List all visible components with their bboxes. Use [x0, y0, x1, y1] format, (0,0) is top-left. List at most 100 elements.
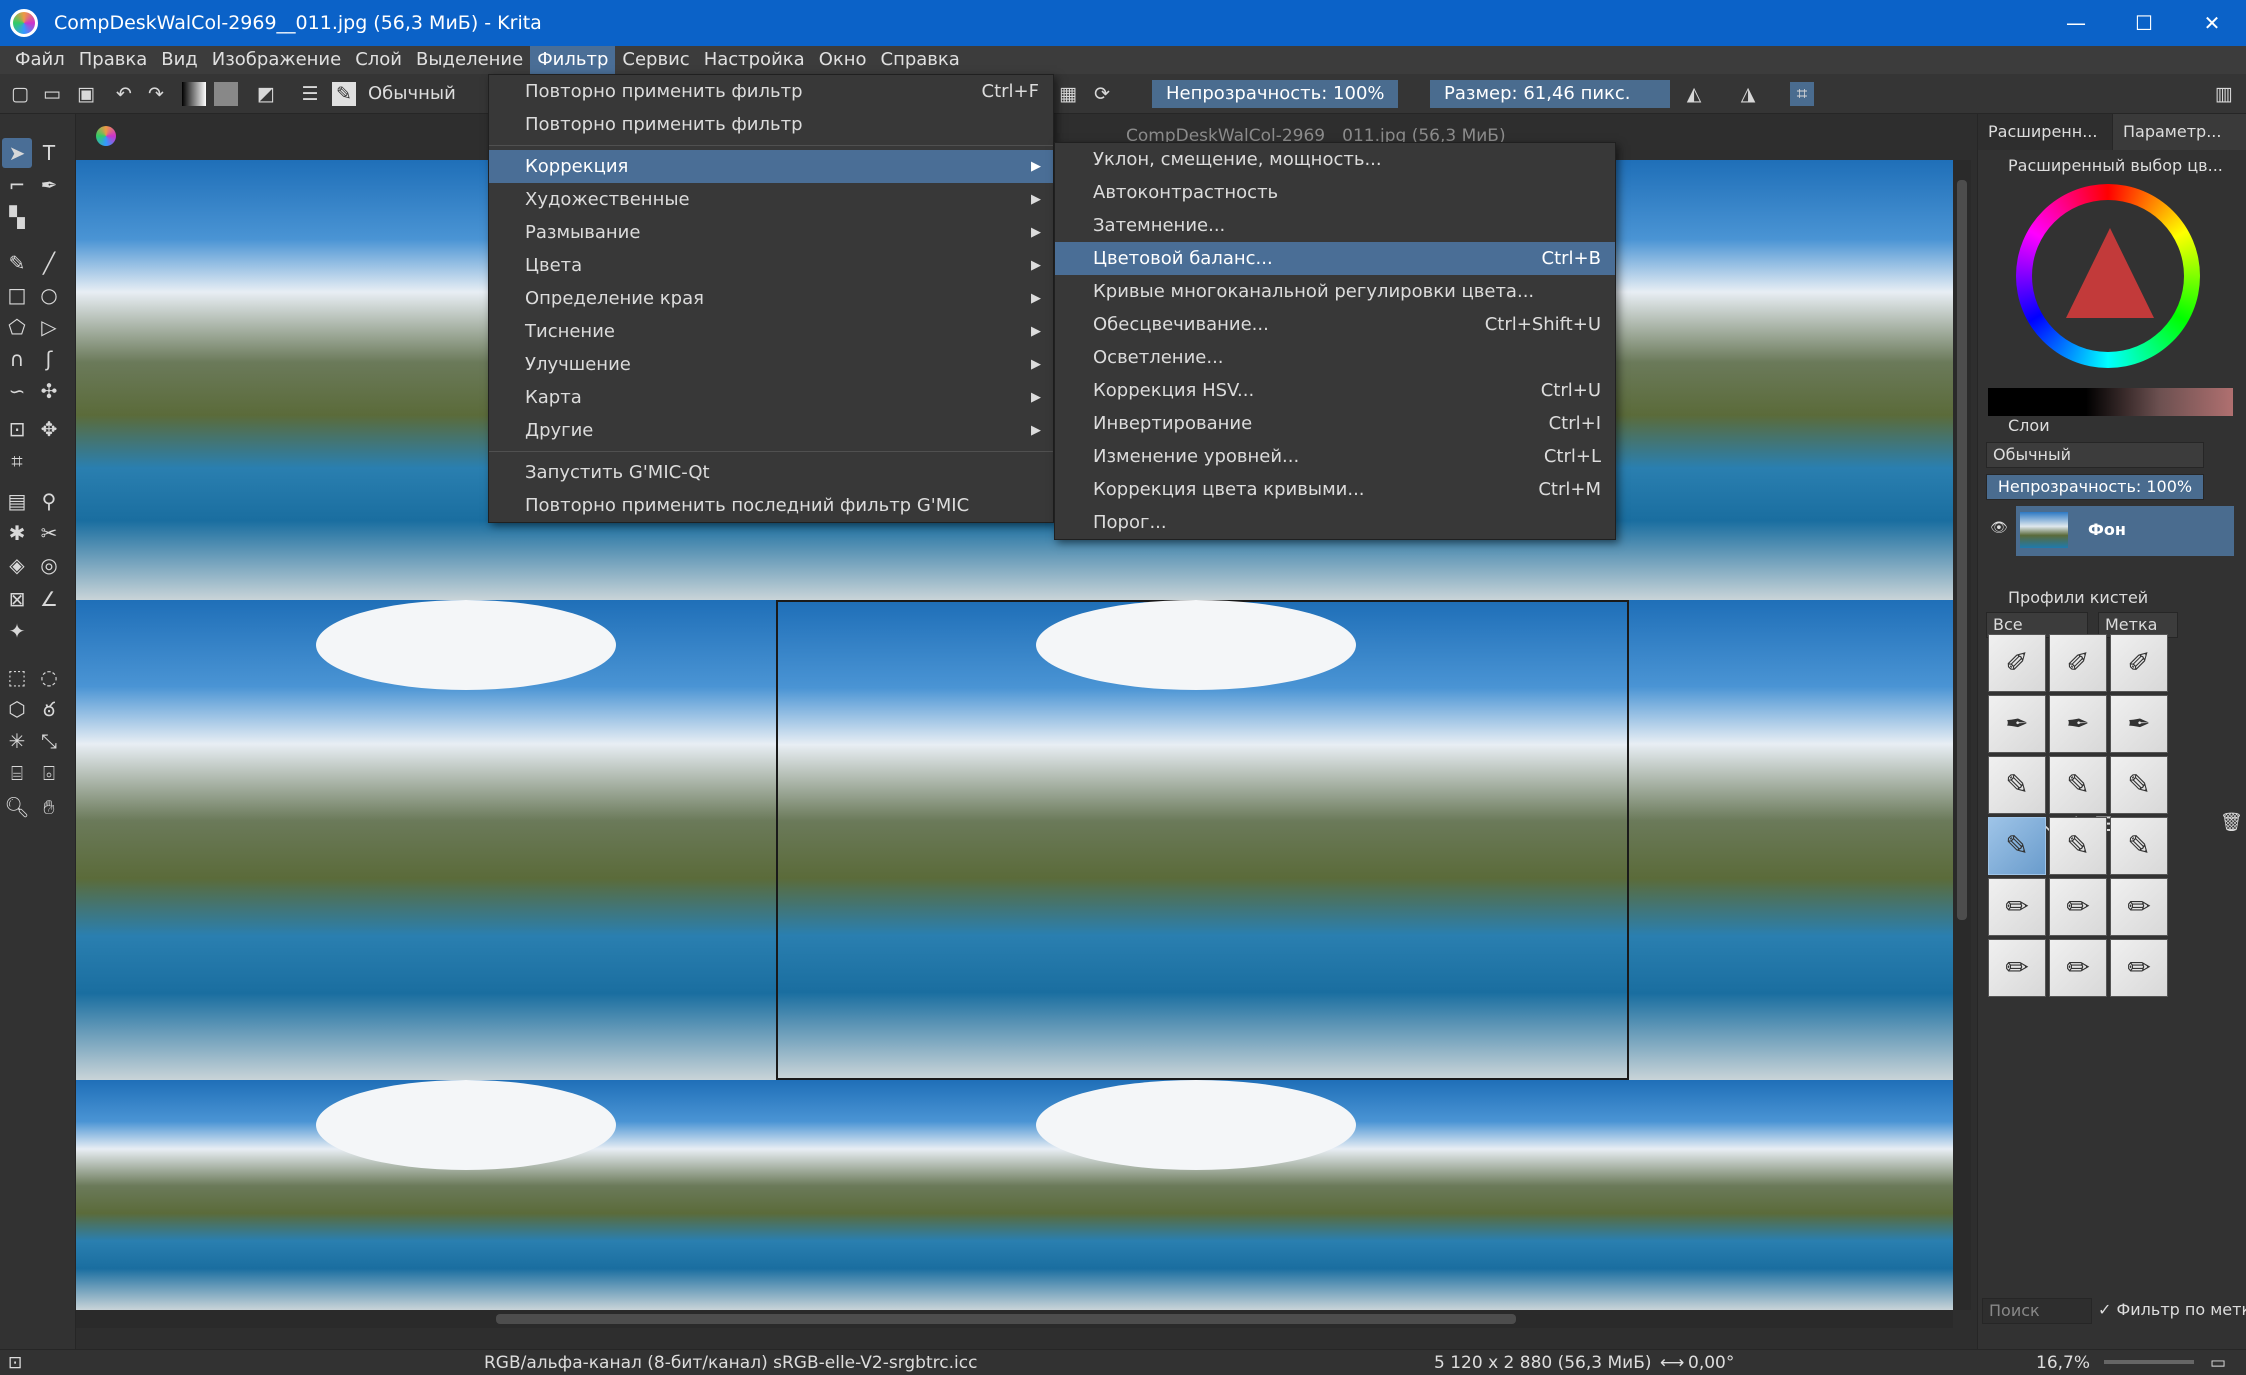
- redo-icon[interactable]: ↷: [144, 82, 168, 106]
- undo-icon[interactable]: ↶: [112, 82, 136, 106]
- elliptical-selection-tool-icon[interactable]: ◌: [34, 662, 64, 692]
- polyline-tool-icon[interactable]: ▷: [34, 312, 64, 342]
- brush-preset-icon[interactable]: ✎: [332, 82, 356, 106]
- transform-tool-icon[interactable]: ⊡: [2, 414, 32, 444]
- minimize-button[interactable]: —: [2042, 0, 2110, 46]
- brush-preset-pen[interactable]: ✏: [1988, 878, 2046, 936]
- menu-file[interactable]: Файл: [8, 46, 72, 74]
- open-document-icon[interactable]: ▭: [40, 82, 64, 106]
- alpha-lock-icon[interactable]: ▦: [1056, 82, 1080, 106]
- menu-view[interactable]: Вид: [154, 46, 205, 74]
- brush-preset-marker[interactable]: ✎: [2110, 756, 2168, 814]
- brush-preset-eraser-soft[interactable]: ✐: [2049, 634, 2107, 692]
- brush-preset-eraser[interactable]: ✐: [1988, 634, 2046, 692]
- mirror-horizontal-icon[interactable]: ◭: [1682, 82, 1706, 106]
- pattern-icon[interactable]: [214, 82, 238, 106]
- correction-submenu-item[interactable]: Инвертирование Ctrl+I: [1055, 407, 1615, 440]
- colorize-mask-tool-icon[interactable]: ✱: [2, 518, 32, 548]
- correction-submenu-item[interactable]: Осветление...: [1055, 341, 1615, 374]
- menu-select[interactable]: Выделение: [409, 46, 530, 74]
- correction-submenu-item[interactable]: Кривые многоканальной регулировки цвета.…: [1055, 275, 1615, 308]
- wrap-around-icon[interactable]: ⌗: [1790, 82, 1814, 106]
- brush-preset-pencil-5[interactable]: ✏: [2049, 939, 2107, 997]
- blend-mode-select[interactable]: Обычный: [368, 80, 456, 108]
- horizontal-scrollbar[interactable]: [76, 1310, 1953, 1328]
- filter-menu-item[interactable]: Определение края ▶: [489, 282, 1053, 315]
- brush-preset-ink-bold[interactable]: ✒: [2110, 695, 2168, 753]
- filter-by-tag-checkbox[interactable]: ✓ Фильтр по метке: [2098, 1300, 2246, 1319]
- rectangular-selection-tool-icon[interactable]: ⬚: [2, 662, 32, 692]
- color-picker-tool-icon[interactable]: ⚲: [34, 486, 64, 516]
- zoom-tool-icon[interactable]: 🔍︎: [2, 792, 32, 822]
- filter-menu-item[interactable]: Повторно применить фильтр: [489, 108, 1053, 141]
- brush-search-input[interactable]: Поиск: [1982, 1298, 2092, 1324]
- bezier-tool-icon[interactable]: ∩: [2, 344, 32, 374]
- tab-tool-options[interactable]: Параметр...: [2113, 114, 2246, 150]
- enclose-fill-tool-icon[interactable]: ◎: [34, 550, 64, 580]
- similar-selection-tool-icon[interactable]: ⤡: [34, 726, 64, 756]
- brush-preset-pencil-6[interactable]: ✏: [2110, 939, 2168, 997]
- pan-tool-icon[interactable]: ✋︎: [34, 792, 64, 822]
- delete-layer-icon[interactable]: 🗑︎: [2220, 812, 2243, 833]
- menu-layer[interactable]: Слой: [348, 46, 409, 74]
- brush-preset-pencil[interactable]: ✎: [1988, 756, 2046, 814]
- menu-tools[interactable]: Сервис: [615, 46, 696, 74]
- correction-submenu-item[interactable]: Обесцвечивание... Ctrl+Shift+U: [1055, 308, 1615, 341]
- display-mode-icon[interactable]: ▭: [2210, 1353, 2226, 1373]
- tab-advanced-color[interactable]: Расширенн...: [1978, 114, 2113, 150]
- correction-submenu-item[interactable]: Цветовой баланс... Ctrl+B: [1055, 242, 1615, 275]
- freehand-selection-tool-icon[interactable]: ఠ: [34, 694, 64, 724]
- filter-menu-item[interactable]: Другие ▶: [489, 414, 1053, 447]
- move-tool-icon[interactable]: ✥: [34, 414, 64, 444]
- rotation-status[interactable]: 0,00°: [1688, 1353, 1734, 1373]
- shade-selector[interactable]: [1988, 388, 2233, 416]
- gradient-tool-icon[interactable]: ▤: [2, 486, 32, 516]
- menu-window[interactable]: Окно: [812, 46, 874, 74]
- maximize-button[interactable]: ☐: [2110, 0, 2178, 46]
- brush-preset-pencil-soft[interactable]: ✎: [2049, 756, 2107, 814]
- filter-menu-item[interactable]: Карта ▶: [489, 381, 1053, 414]
- color-triangle[interactable]: [2066, 228, 2154, 318]
- assistant-tool-icon[interactable]: ⊠: [2, 584, 32, 614]
- contiguous-selection-tool-icon[interactable]: ✳: [2, 726, 32, 756]
- filter-menu-item[interactable]: Художественные ▶: [489, 183, 1053, 216]
- filter-menu-item[interactable]: Цвета ▶: [489, 249, 1053, 282]
- zoom-status[interactable]: 16,7%: [2036, 1353, 2090, 1373]
- filter-menu-item[interactable]: Тиснение ▶: [489, 315, 1053, 348]
- brush-preset-pencil-4[interactable]: ✏: [1988, 939, 2046, 997]
- brush-settings-icon[interactable]: ☰: [298, 82, 322, 106]
- fg-bg-color-icon[interactable]: ◩: [254, 82, 278, 106]
- brush-preset-ink[interactable]: ✒: [1988, 695, 2046, 753]
- brush-tool-icon[interactable]: ✎: [2, 248, 32, 278]
- magnetic-selection-tool-icon[interactable]: ⌻: [34, 758, 64, 788]
- gradient-edit-tool-icon[interactable]: ▚: [2, 202, 32, 232]
- text-tool-icon[interactable]: T: [34, 138, 64, 168]
- select-shapes-tool-icon[interactable]: ➤: [2, 138, 32, 168]
- horizontal-scroll-thumb[interactable]: [496, 1314, 1516, 1324]
- correction-submenu-item[interactable]: Затемнение...: [1055, 209, 1615, 242]
- filter-menu-item[interactable]: Размывание ▶: [489, 216, 1053, 249]
- filter-menu-item[interactable]: Повторно применить фильтр Ctrl+F: [489, 75, 1053, 108]
- edit-shapes-tool-icon[interactable]: ⌐: [2, 170, 32, 200]
- fill-tool-icon[interactable]: ◈: [2, 550, 32, 580]
- rotation-icon[interactable]: ⟷: [1660, 1353, 1684, 1373]
- correction-submenu-item[interactable]: Коррекция HSV... Ctrl+U: [1055, 374, 1615, 407]
- line-tool-icon[interactable]: ╱: [34, 248, 64, 278]
- layer-blend-mode-select[interactable]: Обычный: [1986, 442, 2204, 468]
- calligraphy-tool-icon[interactable]: ✒: [34, 170, 64, 200]
- save-icon[interactable]: ▣: [74, 82, 98, 106]
- filter-menu-item[interactable]: Коррекция ▶: [489, 150, 1053, 183]
- visibility-eye-icon[interactable]: 👁︎: [1990, 520, 2008, 536]
- bezier-selection-tool-icon[interactable]: ⌸: [2, 758, 32, 788]
- brush-preset-pencil-3[interactable]: ✎: [2110, 817, 2168, 875]
- multibrush-tool-icon[interactable]: ✣: [34, 376, 64, 406]
- brush-preset-pencil-2[interactable]: ✎: [2049, 817, 2107, 875]
- color-wheel[interactable]: [2016, 184, 2200, 368]
- mirror-vertical-icon[interactable]: ◮: [1736, 82, 1760, 106]
- close-window-button[interactable]: ✕: [2178, 0, 2246, 46]
- menu-filter[interactable]: Фильтр: [530, 46, 616, 74]
- correction-submenu-item[interactable]: Коррекция цвета кривыми... Ctrl+M: [1055, 473, 1615, 506]
- filter-menu-item[interactable]: Улучшение ▶: [489, 348, 1053, 381]
- filter-menu-item[interactable]: Запустить G'MIC-Qt: [489, 456, 1053, 489]
- brush-preset-selected[interactable]: ✎: [1988, 817, 2046, 875]
